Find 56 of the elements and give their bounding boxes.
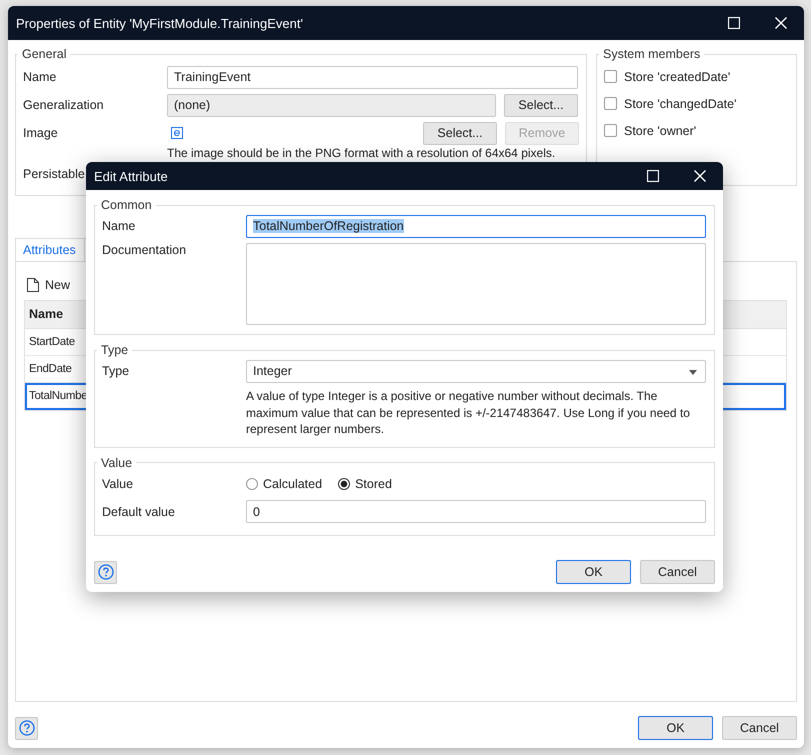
- checkbox[interactable]: [604, 70, 617, 83]
- group-legend: Common: [97, 198, 156, 212]
- group-legend: General: [18, 47, 70, 61]
- field-label: Type: [102, 364, 130, 378]
- checkbox-label: Store 'changedDate': [624, 96, 736, 110]
- field-label: Image: [23, 126, 59, 140]
- close-icon[interactable]: [775, 17, 787, 29]
- group-legend: System members: [599, 48, 704, 61]
- type-description: A value of type Integer is a positive or negative number without decimals. The maximum value that can be represented is +/-2147483647. Use Long if you need to represent larger numbers.: [246, 388, 691, 438]
- ok-button[interactable]: OK: [638, 716, 713, 740]
- select-button[interactable]: Select...: [504, 94, 578, 116]
- help-icon: [98, 564, 114, 580]
- checkbox[interactable]: [604, 97, 617, 110]
- cancel-button[interactable]: Cancel: [640, 560, 715, 584]
- checkbox-label: Store 'createdDate': [624, 70, 730, 84]
- generalization-field[interactable]: (none): [167, 94, 496, 116]
- field-label: Value: [102, 476, 134, 490]
- image-placeholder-icon: [171, 127, 183, 139]
- checkbox[interactable]: [604, 124, 617, 137]
- help-button[interactable]: [94, 560, 117, 584]
- table-cell: EndDate: [29, 363, 72, 375]
- radio-button[interactable]: [338, 478, 350, 490]
- tab[interactable]: Attributes: [15, 238, 85, 261]
- table-cell: StartDate: [29, 336, 75, 348]
- radio-option[interactable]: Stored: [338, 476, 392, 490]
- document-icon: [27, 278, 39, 292]
- radio-button[interactable]: [246, 478, 258, 490]
- field-label: Default value: [102, 504, 176, 518]
- ok-button[interactable]: OK: [556, 560, 631, 584]
- field-label: Generalization: [23, 98, 105, 112]
- new-button[interactable]: New: [24, 274, 74, 296]
- group-legend: Value: [97, 456, 136, 470]
- default-value-field[interactable]: 0: [246, 500, 706, 523]
- radio-option[interactable]: Calculated: [246, 476, 322, 490]
- image-note: The image should be in the PNG format with a resolution of 64x64 pixels.: [167, 146, 556, 160]
- field-label: Documentation: [102, 243, 188, 257]
- cancel-button[interactable]: Cancel: [722, 716, 797, 740]
- field-label: Name: [23, 70, 58, 84]
- checkbox-label: Store 'owner': [624, 124, 696, 138]
- window-title: Properties of Entity 'MyFirstModule.TrainingEvent': [16, 16, 303, 30]
- name-field[interactable]: TotalNumberOfRegistration: [246, 214, 706, 238]
- type-dropdown[interactable]: Integer: [246, 360, 706, 382]
- table-cell: TotalNumbe: [29, 390, 88, 402]
- select-button[interactable]: Select...: [423, 122, 497, 144]
- maximize-icon[interactable]: [728, 17, 740, 29]
- field-label: Name: [102, 219, 136, 233]
- group-legend: Type: [97, 343, 132, 357]
- help-icon: [18, 720, 34, 736]
- dialog-title: Edit Attribute: [94, 168, 168, 184]
- documentation-field[interactable]: [246, 243, 706, 325]
- maximize-icon[interactable]: [647, 170, 659, 182]
- name-field[interactable]: TrainingEvent: [167, 66, 578, 88]
- help-button[interactable]: [15, 716, 38, 740]
- field-label: Persistable: [23, 167, 85, 181]
- caret-icon: [689, 370, 697, 374]
- close-icon[interactable]: [694, 170, 706, 182]
